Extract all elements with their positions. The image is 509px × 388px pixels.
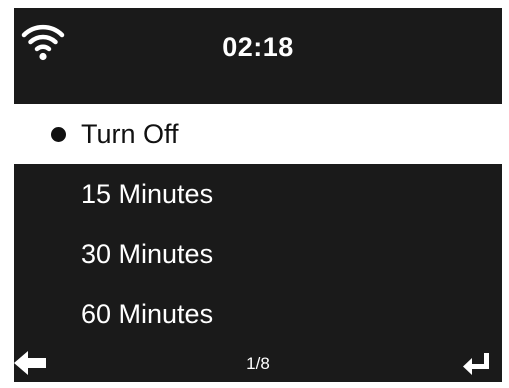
menu-item-label: Turn Off	[81, 119, 179, 149]
footer-bar: 1/8	[14, 346, 502, 382]
status-bar: 02:18	[14, 8, 502, 90]
menu-item-15-minutes[interactable]: 15 Minutes	[14, 164, 502, 224]
menu-item-turn-off[interactable]: Turn Off	[14, 104, 502, 164]
clock: 02:18	[222, 32, 294, 62]
menu-item-label: 30 Minutes	[81, 239, 214, 269]
menu-item-label: 15 Minutes	[81, 179, 214, 209]
page-indicator: 1/8	[246, 354, 270, 373]
menu-item-60-minutes[interactable]: 60 Minutes	[14, 284, 502, 344]
enter-icon[interactable]	[462, 350, 492, 376]
menu-item-label: 60 Minutes	[81, 299, 214, 329]
sleep-timer-menu: Turn Off 15 Minutes 30 Minutes 60 Minute…	[14, 104, 502, 344]
menu-item-30-minutes[interactable]: 30 Minutes	[14, 224, 502, 284]
selected-bullet-icon	[51, 127, 66, 142]
device-screen: 02:18 Turn Off 15 Minutes 30 Minutes 60 …	[14, 8, 502, 382]
